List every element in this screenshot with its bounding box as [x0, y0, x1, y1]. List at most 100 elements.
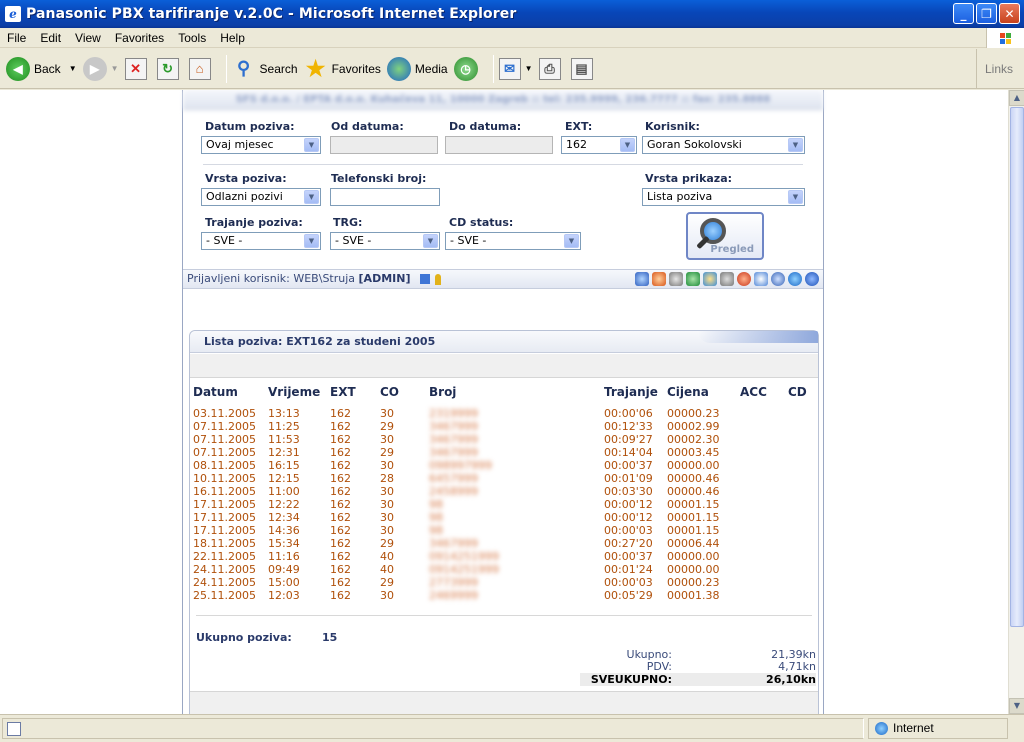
totals-block: Ukupno: 21,39kn PDV: 4,71kn SVEUKUPNO: 2… — [580, 649, 816, 686]
tarifiranje-panel: SFS d.o.o. / EPTA d.o.o. Kuhačeva 11, 10… — [182, 90, 824, 714]
cell-trajanje: 00:14'04 — [604, 446, 653, 459]
clock-icon[interactable] — [737, 272, 751, 286]
vrsta-poziva-select[interactable]: Odlazni pozivi ▼ — [201, 188, 321, 206]
col-trajanje[interactable]: Trajanje — [604, 383, 667, 401]
col-broj[interactable]: Broj — [429, 383, 604, 401]
ukupno-poziva-label: Ukupno poziva: — [196, 631, 292, 644]
od-datuma-input[interactable] — [330, 136, 438, 154]
table-row: 07.11.2005 11:53 162 30 3467999 00:09'27 00002… — [193, 433, 818, 446]
print-button[interactable]: ⎙ — [538, 53, 565, 85]
star-icon: ★ — [305, 55, 326, 81]
col-cd[interactable]: CD — [788, 383, 818, 401]
menu-favorites[interactable]: Favorites — [108, 31, 171, 45]
mail-dropdown-icon[interactable]: ▼ — [525, 64, 533, 73]
stop-button[interactable]: ✕ — [124, 53, 151, 85]
col-co[interactable]: CO — [380, 383, 429, 401]
windows-icon[interactable] — [754, 272, 768, 286]
scroll-thumb[interactable] — [1010, 107, 1024, 627]
favorites-button[interactable]: ★ Favorites — [304, 53, 381, 85]
refresh-icon: ↻ — [156, 57, 179, 80]
trg-select[interactable]: - SVE - ▼ — [330, 232, 440, 250]
cd-status-select[interactable]: - SVE - ▼ — [445, 232, 581, 250]
close-button[interactable]: ✕ — [999, 3, 1020, 24]
col-datum[interactable]: Datum — [193, 383, 268, 401]
links-toolbar[interactable]: Links — [976, 49, 1024, 89]
gear-icon[interactable] — [720, 272, 734, 286]
menu-edit[interactable]: Edit — [33, 31, 68, 45]
switch-user-icon[interactable] — [419, 274, 430, 284]
cell-acc — [740, 433, 788, 446]
search-icon[interactable] — [635, 272, 649, 286]
cell-broj: 2773999 — [429, 576, 478, 589]
do-datuma-input[interactable] — [445, 136, 553, 154]
col-ext[interactable]: EXT — [330, 383, 380, 401]
scroll-down-icon[interactable]: ▼ — [1009, 698, 1024, 714]
users-icon[interactable] — [703, 272, 717, 286]
sveukupno-label: SVEUKUPNO: — [590, 673, 672, 686]
chevron-down-icon[interactable]: ▼ — [788, 190, 803, 204]
chevron-down-icon[interactable]: ▼ — [304, 190, 319, 204]
pregled-button[interactable]: Pregled — [686, 212, 764, 260]
chevron-down-icon[interactable]: ▼ — [304, 234, 319, 248]
menu-view[interactable]: View — [68, 31, 108, 45]
internet-globe-icon — [875, 722, 888, 735]
col-acc[interactable]: ACC — [740, 383, 788, 401]
table-row: 03.11.2005 13:13 162 30 2319999 00:00'06 00000… — [193, 407, 818, 420]
disk-icon[interactable] — [771, 272, 785, 286]
back-button[interactable]: ◀ Back ▼ — [6, 53, 77, 85]
cell-trajanje: 00:00'37 — [604, 459, 653, 472]
stop-icon: ✕ — [124, 57, 147, 80]
vertical-scrollbar[interactable]: ▲ ▼ — [1008, 90, 1024, 714]
chevron-down-icon[interactable]: ▼ — [423, 234, 438, 248]
zone-label: Internet — [893, 721, 934, 735]
trajanje-poziva-select[interactable]: - SVE - ▼ — [201, 232, 321, 250]
cell-datum: 22.11.2005 — [193, 550, 256, 563]
cell-cd — [788, 446, 818, 459]
table-row: 25.11.2005 12:03 162 30 2469999 00:05'29 00001… — [193, 589, 818, 602]
help-icon[interactable] — [805, 272, 819, 286]
scroll-up-icon[interactable]: ▲ — [1009, 90, 1024, 106]
telefonski-broj-input[interactable] — [330, 188, 440, 206]
cell-broj: 98 — [429, 498, 443, 511]
cell-cd — [788, 537, 818, 550]
chevron-down-icon[interactable]: ▼ — [788, 138, 803, 152]
cell-cd — [788, 433, 818, 446]
forward-button[interactable]: ▶ ▼ — [82, 53, 119, 85]
menu-file[interactable]: File — [0, 31, 33, 45]
menu-help[interactable]: Help — [213, 31, 252, 45]
globe-icon[interactable] — [788, 272, 802, 286]
printer-icon[interactable] — [669, 272, 683, 286]
back-dropdown-icon[interactable]: ▼ — [69, 64, 77, 73]
forward-arrow-icon: ▶ — [82, 56, 107, 81]
cell-vrijeme: 09:49 — [268, 563, 300, 576]
menu-tools[interactable]: Tools — [171, 31, 213, 45]
minimize-button[interactable]: _ — [953, 3, 974, 24]
maximize-button[interactable]: ❐ — [976, 3, 997, 24]
mail-icon: ✉ — [498, 57, 521, 80]
refresh-button[interactable]: ↻ — [156, 53, 183, 85]
mail-button[interactable]: ✉ ▼ — [498, 53, 533, 85]
key-icon[interactable] — [435, 273, 442, 285]
chevron-down-icon[interactable]: ▼ — [564, 234, 579, 248]
forward-dropdown-icon[interactable]: ▼ — [111, 64, 119, 73]
history-button[interactable]: ◷ — [453, 53, 482, 85]
home-icon[interactable] — [652, 272, 666, 286]
korisnik-select[interactable]: Goran Sokolovski ▼ — [642, 136, 805, 154]
chevron-down-icon[interactable]: ▼ — [304, 138, 319, 152]
cell-cijena: 00001.15 — [667, 524, 720, 537]
media-button[interactable]: Media — [386, 53, 448, 85]
search-button[interactable]: ⚲ Search — [232, 53, 298, 85]
home-button[interactable]: ⌂ — [188, 53, 215, 85]
col-vrijeme[interactable]: Vrijeme — [268, 383, 330, 401]
cell-ext: 162 — [330, 589, 351, 602]
ext-select[interactable]: 162 ▼ — [561, 136, 637, 154]
table-row: 17.11.2005 12:22 162 30 98 00:00'12 00001.15 — [193, 498, 818, 511]
chevron-down-icon[interactable]: ▼ — [620, 138, 635, 152]
vrsta-prikaza-select[interactable]: Lista poziva ▼ — [642, 188, 805, 206]
do-datuma-label: Do datuma: — [449, 120, 522, 133]
datum-poziva-select[interactable]: Ovaj mjesec ▼ — [201, 136, 321, 154]
excel-icon[interactable] — [686, 272, 700, 286]
cell-cd — [788, 420, 818, 433]
edit-button[interactable]: ▤ — [570, 53, 597, 85]
col-cijena[interactable]: Cijena — [667, 383, 740, 401]
